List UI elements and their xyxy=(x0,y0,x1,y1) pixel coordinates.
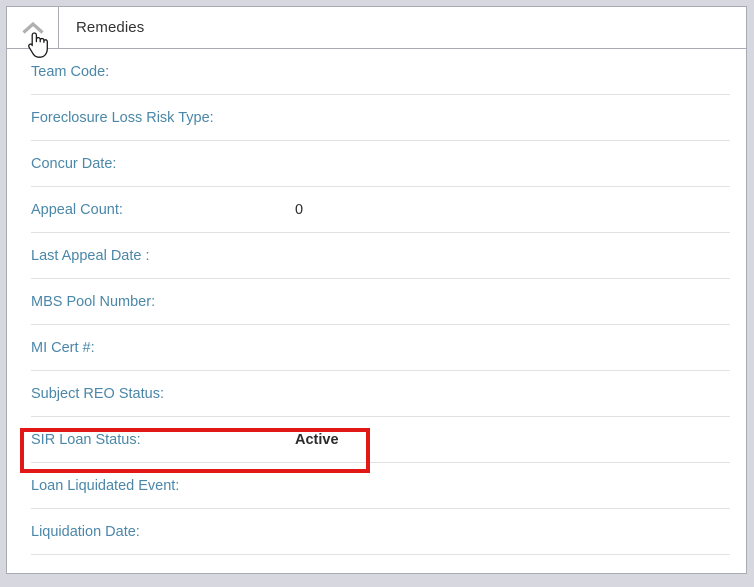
list-item-sir-loan-status[interactable]: SIR Loan Status: Active xyxy=(7,417,746,463)
list-item[interactable]: Subject REO Status: xyxy=(7,371,746,417)
list-item[interactable]: MI Cert #: xyxy=(7,325,746,371)
field-label: Foreclosure Loss Risk Type: xyxy=(31,110,214,126)
field-label: Liquidation Date: xyxy=(31,524,140,540)
page-title: Remedies xyxy=(76,19,145,36)
field-label: SIR Loan Status: xyxy=(31,432,141,448)
field-label: Last Appeal Date : xyxy=(31,248,150,264)
list-item[interactable]: Team Code: xyxy=(7,49,746,95)
list-item[interactable]: Foreclosure Loss Risk Type: xyxy=(7,95,746,141)
list-item[interactable]: Last Appeal Date : xyxy=(7,233,746,279)
list-item[interactable]: MBS Pool Number: xyxy=(7,279,746,325)
remedies-field-list: Team Code: Foreclosure Loss Risk Type: C… xyxy=(7,49,746,555)
collapse-panel-button[interactable] xyxy=(7,7,59,48)
field-label: MI Cert #: xyxy=(31,340,95,356)
chevron-up-icon[interactable] xyxy=(21,21,44,35)
field-label: Concur Date: xyxy=(31,156,117,172)
panel-header: Remedies xyxy=(7,7,746,49)
list-item[interactable]: Appeal Count: 0 xyxy=(7,187,746,233)
remedies-panel: Remedies Team Code: Foreclosure Loss Ris… xyxy=(6,6,747,574)
field-label: Team Code: xyxy=(31,64,110,80)
field-value: 0 xyxy=(295,202,304,218)
list-item[interactable]: Concur Date: xyxy=(7,141,746,187)
list-item[interactable]: Liquidation Date: xyxy=(7,509,746,555)
field-label: Appeal Count: xyxy=(31,202,123,218)
list-item[interactable]: Loan Liquidated Event: xyxy=(7,463,746,509)
field-value: Active xyxy=(295,432,339,448)
field-label: MBS Pool Number: xyxy=(31,294,156,310)
field-label: Loan Liquidated Event: xyxy=(31,478,180,494)
field-label: Subject REO Status: xyxy=(31,386,164,402)
